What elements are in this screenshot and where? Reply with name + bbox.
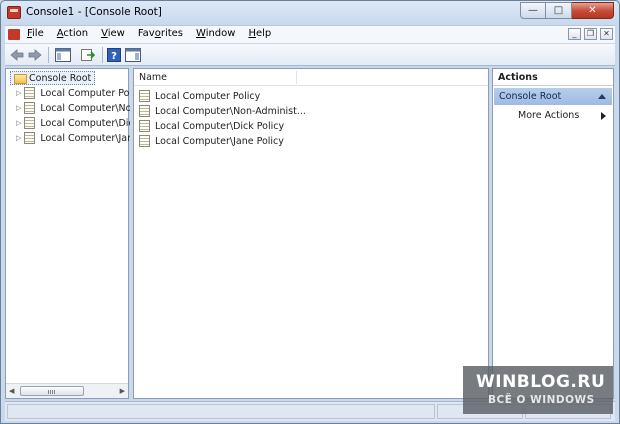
policy-document-icon — [24, 117, 36, 129]
policy-document-icon — [24, 102, 36, 114]
policy-document-icon — [139, 105, 150, 117]
expand-arrow-icon[interactable]: ▷ — [16, 89, 21, 97]
window-title: Console1 - [Console Root] — [26, 6, 162, 18]
menu-action[interactable]: Action — [57, 28, 88, 39]
mdi-close-button[interactable]: ✕ — [600, 28, 613, 40]
menu-bar: File Action View Favorites Window Help _… — [5, 25, 615, 43]
column-divider[interactable] — [296, 71, 297, 84]
policy-document-icon — [139, 135, 150, 147]
watermark-logo: WINBLOG.RU ВСЁ О WINDOWS — [463, 366, 613, 414]
console-menu-icon[interactable] — [8, 29, 20, 40]
grip-icon — [48, 390, 56, 394]
list-item[interactable]: Local Computer\Dick Policy — [139, 119, 284, 133]
actions-pane: Actions Console Root More Actions — [492, 68, 614, 399]
expand-arrow-icon[interactable]: ▷ — [16, 119, 21, 127]
help-icon[interactable]: ? — [106, 47, 122, 63]
tree-item-jane-policy[interactable]: ▷ Local Computer\Jan — [16, 131, 130, 145]
mdi-minimize-button[interactable]: _ — [568, 28, 581, 40]
actions-header: Actions — [493, 69, 613, 86]
status-segment — [7, 404, 435, 419]
tree-item-non-administrators[interactable]: ▷ Local Computer\No — [16, 101, 130, 115]
forward-icon[interactable] — [27, 47, 43, 63]
tree-item-dick-policy[interactable]: ▷ Local Computer\Dic — [16, 116, 130, 130]
results-pane: Name Local Computer Policy Local Compute… — [133, 68, 489, 399]
mdi-buttons: _ ❐ ✕ — [568, 28, 613, 40]
mmc-window: Console1 - [Console Root] — □ ✕ File Act… — [0, 0, 620, 424]
menu-file[interactable]: File — [27, 28, 44, 39]
watermark-title: WINBLOG.RU — [476, 372, 606, 392]
collapse-up-icon[interactable] — [598, 94, 606, 99]
scroll-right-icon[interactable]: ▶ — [120, 387, 125, 395]
expand-arrow-icon[interactable]: ▷ — [16, 104, 21, 112]
back-icon[interactable] — [9, 47, 25, 63]
mdi-restore-button[interactable]: ❐ — [584, 28, 597, 40]
list-header: Name — [134, 69, 488, 86]
toolbar-separator — [102, 47, 103, 63]
caption-buttons: — □ ✕ — [520, 2, 614, 19]
toolbar: ? — [5, 44, 615, 66]
expand-arrow-icon[interactable]: ▷ — [16, 134, 21, 142]
tree-pane: Console Root ▷ Local Computer Pol ▷ Loca… — [5, 68, 130, 399]
actions-group-console-root[interactable]: Console Root — [494, 88, 612, 105]
list-item[interactable]: Local Computer Policy — [139, 89, 260, 103]
column-header-name[interactable]: Name — [139, 72, 167, 83]
svg-text:?: ? — [111, 51, 117, 62]
menu-items: File Action View Favorites Window Help — [27, 28, 271, 39]
menu-help[interactable]: Help — [248, 28, 271, 39]
mmc-app-icon[interactable] — [7, 6, 21, 19]
menu-view[interactable]: View — [101, 28, 125, 39]
folder-icon — [14, 74, 27, 84]
more-actions-item[interactable]: More Actions — [518, 110, 579, 121]
menu-favorites[interactable]: Favorites — [138, 28, 183, 39]
menu-window[interactable]: Window — [196, 28, 235, 39]
title-bar[interactable]: Console1 - [Console Root] — □ ✕ — [1, 1, 619, 25]
policy-document-icon — [24, 87, 36, 99]
scrollbar-thumb[interactable] — [20, 386, 84, 396]
minimize-button[interactable]: — — [520, 2, 546, 19]
close-button[interactable]: ✕ — [572, 2, 614, 19]
policy-document-icon — [139, 90, 150, 102]
policy-document-icon — [139, 120, 150, 132]
list-item[interactable]: Local Computer\Jane Policy — [139, 134, 284, 148]
tree-horizontal-scrollbar[interactable]: ◀ ▶ — [6, 383, 128, 398]
toolbar-separator — [48, 47, 49, 63]
watermark-subtitle: ВСЁ О WINDOWS — [488, 394, 595, 406]
show-hide-action-pane-icon[interactable] — [124, 47, 142, 63]
tree-root-console-root[interactable]: Console Root — [10, 71, 96, 85]
scroll-left-icon[interactable]: ◀ — [9, 387, 14, 395]
policy-document-icon — [24, 132, 36, 144]
export-list-icon[interactable] — [79, 47, 97, 63]
tree-item-local-computer-policy[interactable]: ▷ Local Computer Pol — [16, 86, 130, 100]
show-hide-tree-icon[interactable] — [54, 47, 72, 63]
list-item[interactable]: Local Computer\Non-Administ... — [139, 104, 306, 118]
maximize-button[interactable]: □ — [546, 2, 572, 19]
submenu-arrow-icon[interactable] — [601, 112, 606, 120]
